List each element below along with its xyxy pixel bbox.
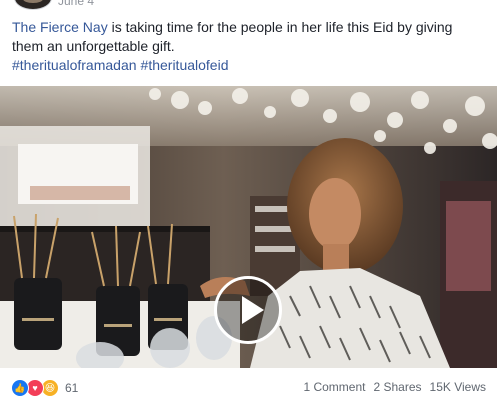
- author-link[interactable]: The Fierce Nay: [12, 19, 108, 35]
- post-footer: 👍 ♥ 😆 61 1 Comment 2 Shares 15K Views: [0, 368, 497, 406]
- post-text: The Fierce Nay is taking time for the pe…: [12, 18, 486, 75]
- page-avatar[interactable]: [14, 0, 52, 10]
- post-date[interactable]: June 4: [58, 0, 94, 8]
- views-count: 15K Views: [429, 380, 486, 394]
- like-icon: 👍: [11, 379, 29, 397]
- play-button[interactable]: [214, 276, 282, 344]
- hashtag-eid[interactable]: #theritualofeid: [141, 57, 229, 73]
- reaction-count: 61: [65, 381, 79, 395]
- comments-count[interactable]: 1 Comment: [303, 380, 365, 394]
- post-stats: 1 Comment 2 Shares 15K Views: [303, 380, 486, 394]
- hashtag-ramadan[interactable]: #theritualoframadan: [12, 57, 137, 73]
- shares-count[interactable]: 2 Shares: [373, 380, 421, 394]
- reaction-summary[interactable]: 👍 ♥ 😆 61: [11, 379, 78, 397]
- hashtags: #theritualoframadan #theritualofeid: [12, 56, 486, 75]
- post-header: June 4: [0, 0, 497, 10]
- video-player[interactable]: [0, 86, 497, 368]
